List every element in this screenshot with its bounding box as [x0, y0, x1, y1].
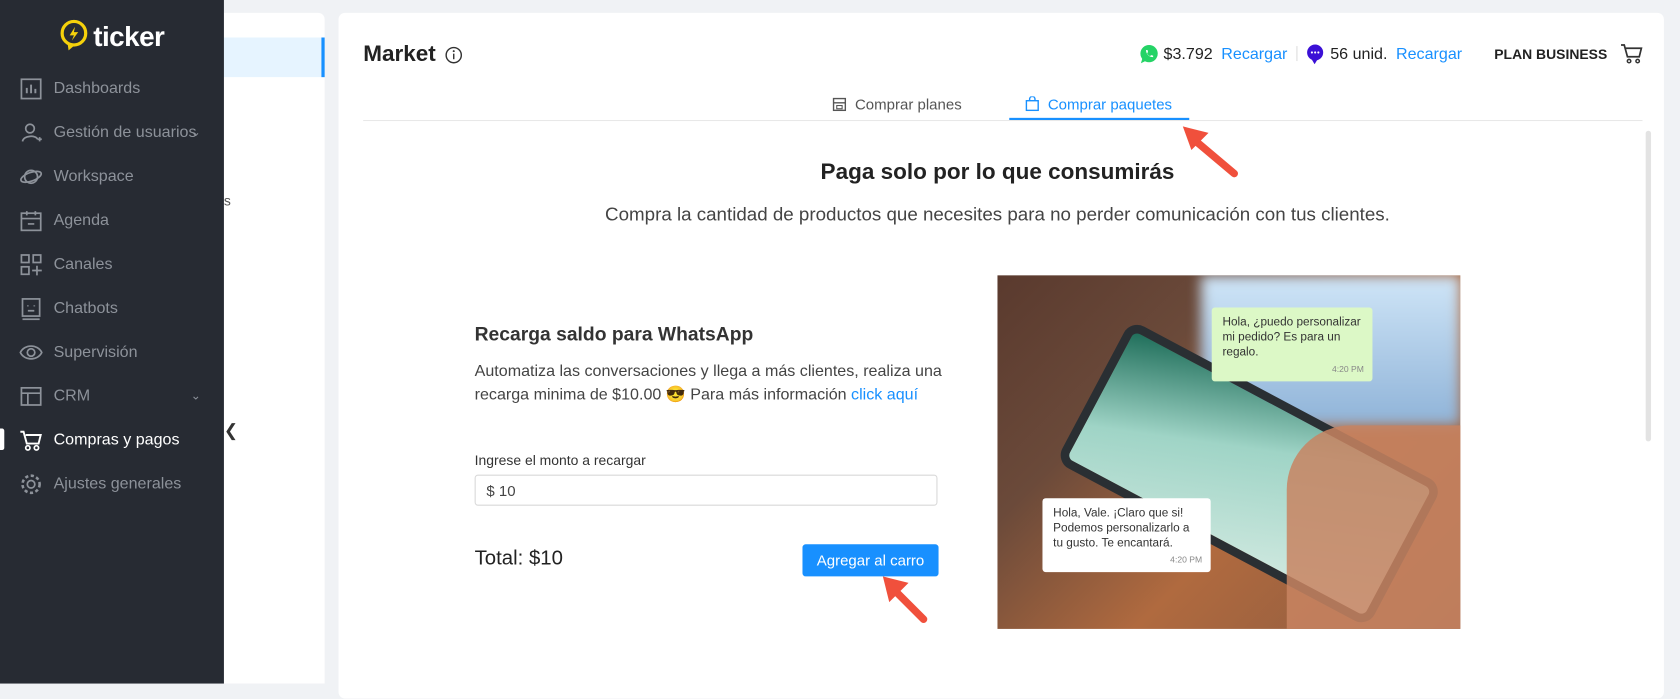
divider — [1295, 46, 1298, 62]
sidebar-item-chatbots[interactable]: Chatbots — [0, 286, 224, 330]
amount-label: Ingrese el monto a recargar — [474, 452, 646, 469]
eye-icon — [19, 344, 43, 360]
recharge-title: Recarga saldo para WhatsApp — [474, 323, 754, 345]
ticker-logo-icon — [60, 19, 88, 51]
sidebar-item-label: Agenda — [53, 211, 109, 230]
planet-icon — [20, 168, 43, 184]
sidebar: ticker Dashboards Gestión de usuarios ⌄ Wor… — [0, 0, 224, 684]
sidebar-item-gestion-de-usuarios[interactable]: Gestión de usuarios ⌄ — [0, 110, 224, 154]
page-title: Market — [363, 41, 436, 67]
scrollbar[interactable] — [1645, 130, 1652, 442]
whatsapp-balance: $3.792 — [1163, 44, 1213, 63]
customer-message-bubble: Hola, ¿puedo personalizar mi pedido? Es … — [1211, 307, 1373, 382]
chevron-down-icon: ⌄ — [190, 126, 201, 140]
cart-icon[interactable] — [1620, 43, 1644, 64]
sidebar-item-label: CRM — [53, 386, 91, 405]
chevron-down-icon: ⌄ — [190, 389, 201, 403]
reply-message-bubble: Hola, Vale. ¡Claro que si! Podemos perso… — [1042, 498, 1211, 573]
sidebar-item-label: Compras y pagos — [53, 430, 180, 449]
tab-label: Comprar paquetes — [1047, 95, 1173, 113]
message-time: 4:20 PM — [1170, 554, 1203, 565]
sidebar-item-crm[interactable]: CRM ⌄ — [0, 374, 224, 418]
sidebar-item-label: Supervisión — [53, 342, 138, 362]
secondary-panel: s ❮ — [223, 12, 325, 684]
collapse-button[interactable]: ❮ — [224, 420, 238, 441]
sidebar-item-supervision[interactable]: Supervisión — [0, 330, 224, 374]
apps-add-icon — [20, 253, 42, 275]
calendar-icon — [20, 210, 42, 231]
total-amount: Total: $10 — [474, 547, 563, 570]
sidebar-item-label: Workspace — [53, 167, 134, 186]
info-icon[interactable] — [444, 46, 462, 64]
subpanel-selected-item[interactable] — [223, 37, 325, 78]
subpanel-text: s — [223, 192, 231, 209]
gear-icon — [21, 473, 41, 494]
message-text: Hola, ¿puedo personalizar mi pedido? Es … — [1222, 316, 1361, 359]
layout-icon — [20, 386, 42, 406]
message-text: Hola, Vale. ¡Claro que si! Podemos perso… — [1053, 506, 1190, 550]
annotation-arrow-icon — [882, 576, 928, 624]
sidebar-item-label: Gestión de usuarios — [53, 123, 197, 142]
recharge-sms-link[interactable]: Recargar — [1396, 44, 1462, 62]
active-indicator — [0, 428, 5, 450]
sidebar-item-compras-y-pagos[interactable]: Compras y pagos — [0, 418, 224, 462]
market-card: Market $3.792 Recargar 56 unid. Recargar… — [338, 12, 1664, 699]
recharge-whatsapp-link[interactable]: Recargar — [1221, 44, 1287, 62]
robot-icon — [21, 297, 41, 320]
logo[interactable]: ticker — [59, 19, 165, 53]
brand-name: ticker — [93, 19, 165, 52]
tabs-divider — [363, 119, 1643, 122]
store-icon — [832, 97, 847, 111]
tab-label: Comprar planes — [854, 95, 962, 113]
sidebar-item-agenda[interactable]: Agenda — [0, 198, 224, 242]
bar-chart-icon — [20, 77, 42, 99]
annotation-arrow-icon — [1182, 126, 1239, 178]
sidebar-item-label: Canales — [53, 254, 113, 274]
tab-comprar-paquetes[interactable]: Comprar paquetes — [1025, 95, 1172, 112]
sms-units: 56 unid. — [1330, 44, 1388, 63]
sidebar-item-label: Ajustes generales — [53, 474, 182, 493]
sidebar-item-label: Dashboards — [53, 79, 141, 98]
tab-comprar-planes[interactable]: Comprar planes — [832, 95, 962, 113]
message-time: 4:20 PM — [1331, 364, 1364, 374]
hero-title: Paga solo por lo que consumirás — [820, 159, 1175, 185]
plan-label: PLAN BUSINESS — [1494, 45, 1608, 62]
sms-chat-icon — [1306, 43, 1323, 64]
sidebar-item-label: Chatbots — [53, 298, 118, 318]
sidebar-item-canales[interactable]: Canales — [0, 242, 224, 286]
amount-input[interactable] — [474, 474, 938, 506]
sidebar-item-dashboards[interactable]: Dashboards — [0, 66, 224, 110]
more-info-link[interactable]: click aquí — [851, 386, 918, 404]
promo-image: Hola, ¿puedo personalizar mi pedido? Es … — [997, 275, 1461, 629]
users-icon — [21, 122, 42, 142]
bag-icon — [1025, 96, 1039, 112]
whatsapp-icon — [1140, 44, 1158, 63]
hero-subtitle: Compra la cantidad de productos que nece… — [605, 203, 1390, 225]
recharge-description: Automatiza las conversaciones y llega a … — [475, 360, 946, 407]
active-tab-indicator — [1009, 117, 1190, 120]
cart-icon — [20, 430, 42, 451]
sidebar-item-workspace[interactable]: Workspace — [0, 154, 224, 198]
sidebar-item-ajustes-generales[interactable]: Ajustes generales — [0, 462, 224, 506]
